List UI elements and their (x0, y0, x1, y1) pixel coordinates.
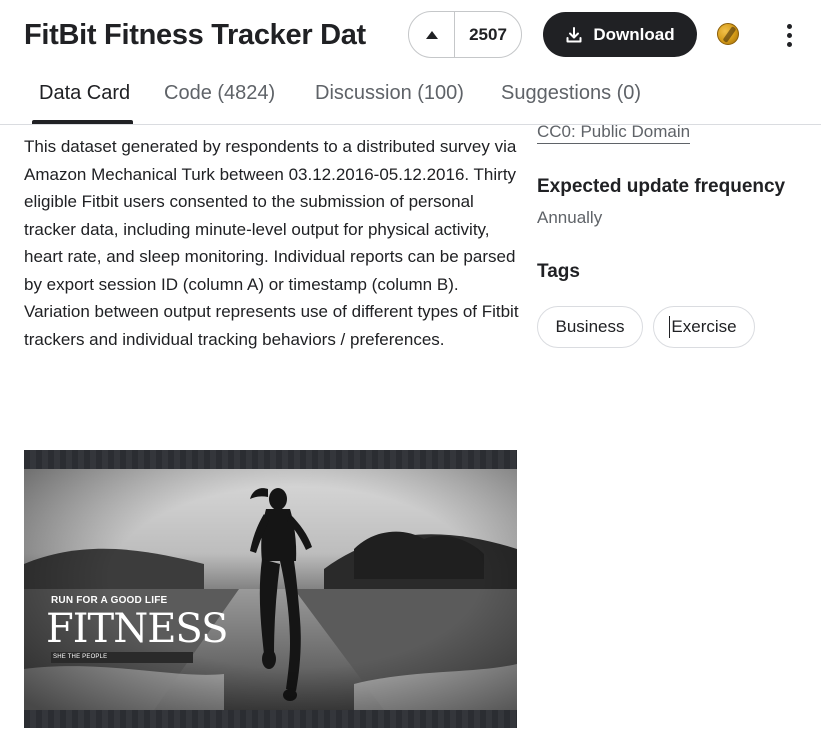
update-frequency-value: Annually (537, 208, 603, 227)
tab-code[interactable]: Code (4824) (164, 82, 275, 105)
caret-up-icon (425, 30, 438, 39)
dataset-description: This dataset generated by respondents to… (24, 137, 519, 349)
more-options-icon[interactable] (778, 18, 800, 52)
vote-count: 2507 (469, 24, 507, 44)
upvote-widget: 2507 (408, 11, 522, 58)
download-icon (566, 26, 582, 42)
dataset-title: FitBit Fitness Tracker Dat (24, 19, 366, 51)
tag-business[interactable]: Business (537, 306, 643, 348)
tab-discussion[interactable]: Discussion (100) (315, 82, 464, 105)
image-frame-top (24, 450, 517, 469)
cover-headline: FITNESS (46, 606, 229, 652)
download-label: Download (593, 24, 675, 44)
tags-heading: Tags (537, 261, 580, 282)
cover-image: RUN FOR A GOOD LIFE FITNESS SHE THE PEOP… (24, 450, 517, 728)
tab-data-card[interactable]: Data Card (39, 82, 130, 105)
runner-photo (24, 469, 517, 710)
upvote-button[interactable] (409, 12, 455, 57)
gold-medal-icon[interactable] (717, 23, 739, 45)
tab-suggestions[interactable]: Suggestions (0) (501, 82, 641, 105)
text-cursor (669, 316, 670, 338)
license-link[interactable]: CC0: Public Domain (537, 121, 691, 144)
cover-subline: SHE THE PEOPLE (53, 654, 108, 660)
download-button[interactable]: Download (543, 12, 697, 57)
image-frame-bottom (24, 710, 517, 728)
active-tab-indicator (32, 120, 133, 124)
tab-bar: Data Card Code (4824) Discussion (100) S… (0, 68, 821, 125)
update-frequency-heading: Expected update frequency (537, 176, 786, 197)
